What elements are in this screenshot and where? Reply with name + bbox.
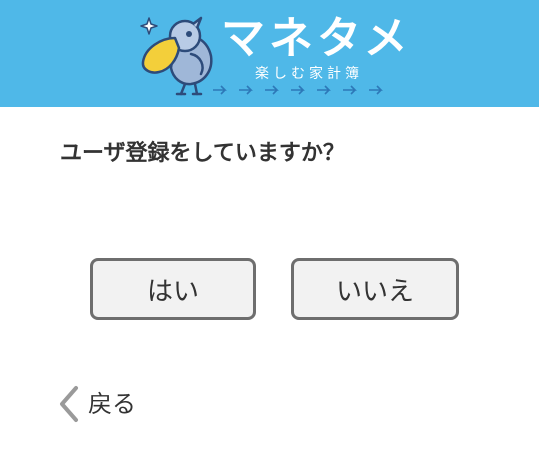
chevron-left-icon xyxy=(60,386,78,422)
back-label: 戻る xyxy=(88,390,136,418)
logo-subtitle: 楽しむ家計簿 xyxy=(255,66,363,82)
app-header: マネタメ 楽しむ家計簿 xyxy=(0,0,539,107)
yes-button[interactable]: はい xyxy=(90,258,256,320)
logo-title: マネタメ xyxy=(221,13,412,64)
page: マネタメ 楽しむ家計簿 ユーザ登録をしていますか？ はい いいえ 戻る xyxy=(0,0,539,455)
app-logo: マネタメ 楽しむ家計簿 xyxy=(135,12,408,102)
decorative-arrows-icon xyxy=(213,85,383,95)
question-text: ユーザ登録をしていますか？ xyxy=(60,141,345,166)
shoebill-bird-mascot-icon xyxy=(140,16,213,96)
back-link[interactable]: 戻る xyxy=(56,384,136,424)
yes-button-label: はい xyxy=(146,276,199,307)
no-button[interactable]: いいえ xyxy=(291,258,459,320)
no-button-label: いいえ xyxy=(335,276,414,307)
